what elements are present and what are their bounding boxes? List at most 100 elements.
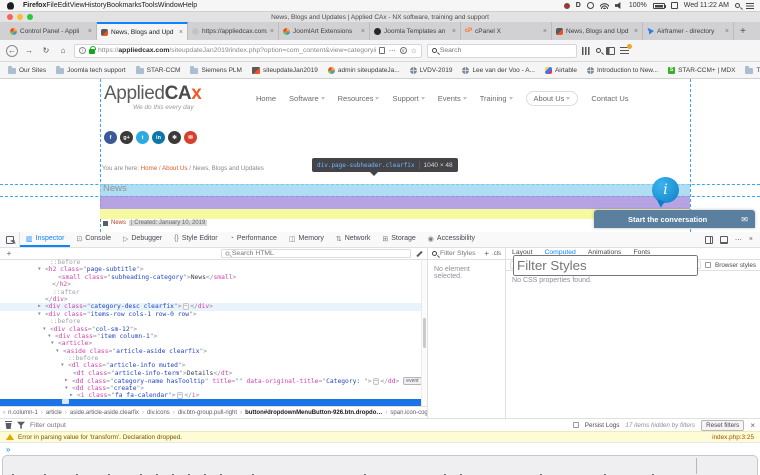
site-info-icon[interactable]: i — [79, 47, 86, 54]
bookmark-item[interactable]: Tools — [745, 65, 760, 74]
dock-app-icon[interactable] — [294, 457, 308, 475]
menu-item[interactable]: Bookmarks — [107, 2, 142, 9]
facebook-icon[interactable]: f — [104, 131, 117, 144]
community-icon[interactable]: ✻ — [168, 131, 181, 144]
dock-tray-icon[interactable] — [701, 457, 715, 475]
persist-logs-checkbox[interactable] — [572, 422, 579, 428]
tab-close-icon[interactable]: × — [452, 28, 456, 35]
menu-item[interactable]: Tools — [142, 2, 158, 9]
site-logo[interactable]: AppliedCAx — [104, 83, 202, 105]
dock-app-icon[interactable] — [54, 457, 68, 475]
browser-tab[interactable]: cP cPanel X × — [461, 22, 552, 40]
browser-tab[interactable]: https://appliedcax.com/si × — [188, 22, 279, 40]
dock-app-icon[interactable] — [70, 457, 84, 475]
browser-tab[interactable]: News, Blogs and Upd × — [552, 22, 643, 40]
bookmark-item[interactable]: Joomla tech support — [56, 65, 126, 74]
devtools-tab[interactable]: ◉ Accessibility — [422, 232, 481, 247]
reset-filters-button[interactable]: Reset filters — [701, 419, 745, 431]
menu-item[interactable]: Firefox — [23, 2, 46, 9]
dock-app-icon[interactable] — [102, 457, 116, 475]
twitter-icon[interactable]: t — [136, 131, 149, 144]
dock-app-icon[interactable] — [118, 457, 132, 475]
dock-app-icon[interactable] — [6, 457, 20, 475]
dock-app-icon[interactable] — [614, 457, 628, 475]
browser-tab[interactable]: JoomlArt Extensions × — [279, 22, 370, 40]
console-close-icon[interactable]: × — [750, 421, 755, 430]
console-input-row[interactable]: » — [0, 442, 760, 455]
dock-app-icon[interactable] — [230, 457, 244, 475]
dock-app-icon[interactable] — [438, 457, 452, 475]
article-category-link[interactable]: News — [111, 220, 126, 226]
console-filter-input[interactable] — [30, 421, 568, 429]
browser-tab[interactable]: News, Blogs and Upd × — [97, 22, 188, 40]
expand-arrow-closed-icon[interactable]: ▶ — [38, 303, 41, 310]
menu-item[interactable]: Help — [183, 2, 197, 9]
markup-line[interactable] — [0, 399, 427, 406]
bookmark-item[interactable]: admin siteupdateJa... — [327, 66, 400, 74]
back-button[interactable]: ← — [6, 44, 18, 57]
dock-app-icon[interactable] — [454, 457, 468, 475]
reload-button[interactable]: ↻ — [40, 45, 52, 57]
site-nav-item[interactable]: About Us — [525, 91, 579, 106]
menu-item[interactable]: Window — [158, 2, 183, 9]
site-nav-item[interactable]: Events — [438, 94, 467, 103]
sidebar-toggle-icon[interactable] — [606, 46, 615, 55]
search-input[interactable] — [439, 47, 572, 54]
node-crumb[interactable]: button#dropdownMenuButton-926.btn.dropdo… — [240, 410, 382, 416]
tab-close-icon[interactable]: × — [179, 29, 183, 36]
spotlight-icon[interactable] — [735, 3, 740, 8]
pocket-icon[interactable]: ∨ — [399, 47, 407, 54]
expand-arrow-closed-icon[interactable]: ▶ — [70, 392, 73, 399]
node-crumb[interactable]: div.btn-group.pull-right — [173, 410, 237, 416]
node-crumb[interactable]: div.icons — [142, 410, 170, 416]
bookmark-item[interactable]: Lee van der Voo - A... — [462, 66, 535, 74]
markup-line[interactable]: ▼ <article> — [0, 340, 427, 347]
input-source-icon[interactable] — [670, 2, 678, 9]
dock-app-icon[interactable] — [38, 457, 52, 475]
chat-bubble-icon[interactable]: i — [652, 177, 679, 203]
dock-app-icon[interactable] — [278, 457, 292, 475]
markup-line[interactable]: ▼ <aside class="article-aside clearfix"> — [0, 348, 427, 355]
dock-app-icon[interactable] — [662, 457, 676, 475]
bookmark-item[interactable]: S STAR-CCM+ | MDX — [668, 66, 735, 74]
toggle-classes-button[interactable]: .cls — [492, 251, 501, 257]
menu-item[interactable]: Edit — [58, 2, 70, 9]
browser-tab[interactable]: Airframer - directory × — [643, 22, 734, 40]
site-nav-item[interactable]: Resources — [338, 94, 380, 103]
bookmark-item[interactable]: Siemens PLM — [190, 65, 242, 74]
markup-line[interactable]: ::before — [0, 259, 427, 266]
home-button[interactable]: ⌂ — [57, 45, 69, 57]
filter-icon[interactable] — [17, 421, 25, 429]
markup-line[interactable]: ▼ <div class="col-sm-12"> — [0, 326, 427, 333]
dock-app-icon[interactable] — [374, 457, 388, 475]
dock-app-icon[interactable] — [246, 457, 260, 475]
linkedin-icon[interactable]: in — [152, 131, 165, 144]
site-nav-item[interactable]: Contact Us — [591, 94, 628, 103]
devtools-tab[interactable]: ▷ Debugger — [117, 232, 168, 247]
tab-close-icon[interactable]: × — [270, 28, 274, 35]
bookmark-item[interactable]: STAR-CCM — [135, 65, 180, 74]
markup-line[interactable]: ▶ <dd class="category-name hasTooltip" ti… — [0, 377, 427, 386]
dock-app-icon[interactable] — [582, 457, 596, 475]
html-search-input[interactable] — [231, 250, 407, 257]
url-bar[interactable]: i https://appliedcax.com/siteupdateJan20… — [74, 43, 422, 58]
dock-app-icon[interactable] — [182, 457, 196, 475]
markup-line[interactable]: ▶ <div class="category-desc clearfix"> ⋯ </… — [0, 303, 427, 311]
expand-arrow-open-icon[interactable]: ▼ — [56, 348, 59, 355]
time-machine-icon[interactable] — [586, 2, 594, 9]
dock-app-icon[interactable] — [198, 457, 212, 475]
url-text[interactable]: https://appliedcax.com/siteupdateJan2019… — [98, 47, 376, 54]
dock-tray-icon[interactable] — [717, 457, 731, 475]
dashlane-icon[interactable]: D — [576, 2, 581, 9]
warning-source-link[interactable]: index.php:3:25 — [712, 434, 754, 441]
markup-line[interactable]: <small class="subheading-category">News<… — [0, 274, 427, 281]
markup-line[interactable]: </div> — [0, 296, 427, 303]
markup-line[interactable]: <dt class="article-info-term">Details</d… — [0, 370, 427, 377]
devtools-tab[interactable]: ◔ Performance — [224, 232, 283, 247]
app-menu-icon[interactable] — [620, 44, 632, 54]
rules-filter-input[interactable] — [440, 250, 482, 257]
node-crumb[interactable]: aside.article-aside.clearfix — [65, 410, 139, 416]
dock-app-icon[interactable] — [166, 457, 180, 475]
responsive-mode-icon[interactable] — [704, 235, 713, 244]
markup-line[interactable]: ▼ <h2 class="page-subtitle"> — [0, 266, 427, 273]
